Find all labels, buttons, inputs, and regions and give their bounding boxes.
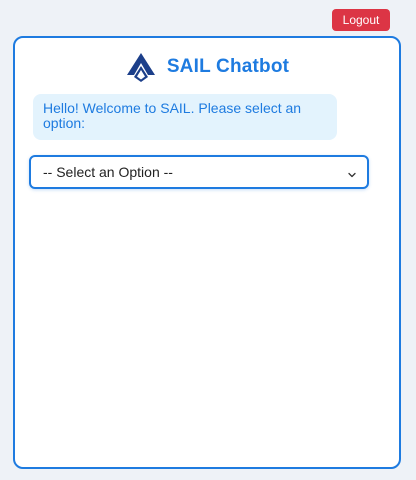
chat-title: SAIL Chatbot [166,56,290,77]
option-select-value: -- Select an Option -- [43,164,173,180]
chevron-down-icon [347,167,357,178]
chat-window: SAIL Chatbot Hello! Welcome to SAIL. Ple… [13,36,401,469]
chat-header: SAIL Chatbot [15,49,399,85]
logout-button[interactable]: Logout [332,9,390,31]
sail-logo-icon [125,51,157,83]
option-select[interactable]: -- Select an Option -- [29,155,369,189]
bot-welcome-message: Hello! Welcome to SAIL. Please select an… [33,94,337,140]
